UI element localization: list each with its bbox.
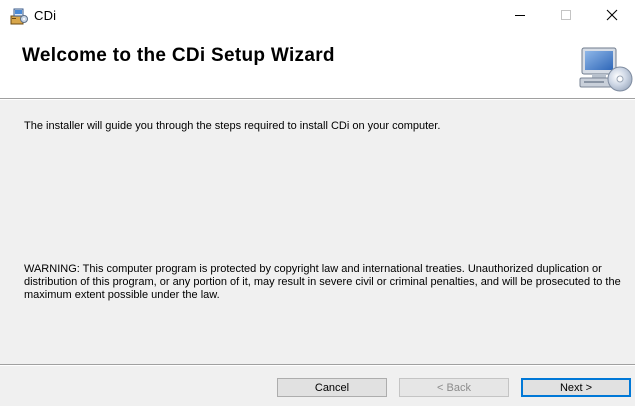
- content-panel: The installer will guide you through the…: [0, 100, 635, 364]
- page-title: Welcome to the CDi Setup Wizard: [22, 45, 335, 66]
- back-button: < Back: [399, 378, 509, 397]
- window-title: CDi: [34, 8, 57, 23]
- intro-text: The installer will guide you through the…: [24, 120, 441, 132]
- header-banner: Welcome to the CDi Setup Wizard: [0, 33, 635, 98]
- close-button[interactable]: [589, 0, 635, 33]
- close-icon: [606, 8, 618, 26]
- minimize-button[interactable]: [497, 0, 543, 33]
- maximize-icon: [560, 8, 572, 26]
- button-bar: Cancel < Back Next >: [0, 366, 635, 406]
- cancel-button[interactable]: Cancel: [277, 378, 387, 397]
- next-button[interactable]: Next >: [521, 378, 631, 397]
- computer-cd-icon: [576, 46, 634, 94]
- title-bar[interactable]: CDi: [0, 0, 635, 33]
- maximize-button: [543, 0, 589, 33]
- setup-wizard-window: CDi Welcome to the CDi Setup Wizard The …: [0, 0, 635, 406]
- copyright-warning: WARNING: This computer program is protec…: [24, 263, 621, 301]
- minimize-icon: [514, 8, 526, 26]
- installer-icon[interactable]: [10, 7, 28, 25]
